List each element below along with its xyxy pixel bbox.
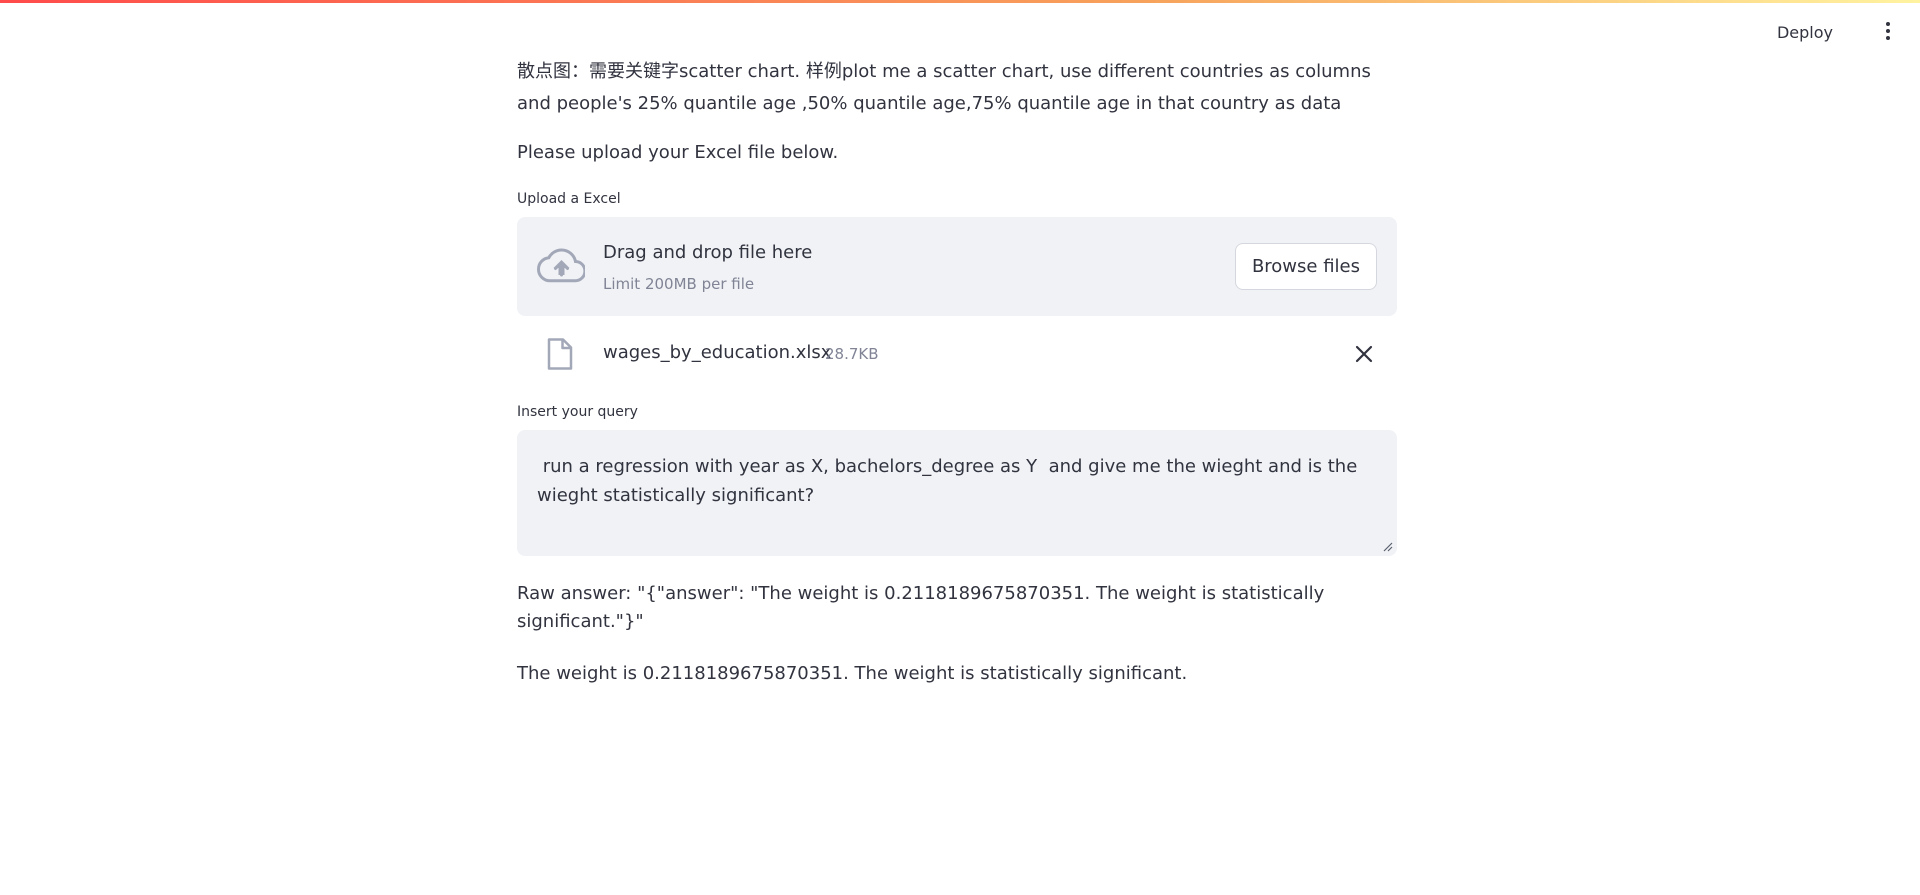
deploy-button[interactable]: Deploy xyxy=(1771,19,1839,46)
query-text: run a regression with year as X, bachelo… xyxy=(537,456,1364,506)
close-icon[interactable] xyxy=(1354,344,1374,364)
answer-text: The weight is 0.2118189675870351. The we… xyxy=(517,663,1188,684)
dropzone-title: Drag and drop file here xyxy=(603,242,813,263)
upload-instructions: Please upload your Excel file below. xyxy=(517,142,839,163)
query-label: Insert your query xyxy=(517,404,638,420)
uploader-label: Upload a Excel xyxy=(517,191,621,207)
raw-answer-text: Raw answer: "{"answer": "The weight is 0… xyxy=(517,583,1325,632)
main-content: 散点图：需要关键字scatter chart. 样例plot me a scat… xyxy=(517,56,1397,688)
uploaded-file-size: 28.7KB xyxy=(825,345,879,363)
browse-files-button[interactable]: Browse files xyxy=(1234,243,1377,290)
file-dropzone[interactable]: Drag and drop file here Limit 200MB per … xyxy=(517,217,1397,316)
intro-text: 散点图：需要关键字scatter chart. 样例plot me a scat… xyxy=(517,61,1371,114)
cloud-upload-icon xyxy=(537,248,585,283)
uploaded-file-name: wages_by_education.xlsx xyxy=(603,342,832,363)
query-textarea[interactable]: run a regression with year as X, bachelo… xyxy=(517,430,1397,556)
dropzone-limit: Limit 200MB per file xyxy=(603,275,755,293)
menu-dot xyxy=(1886,22,1890,26)
resize-handle-icon[interactable] xyxy=(1383,542,1393,552)
app-header: Deploy xyxy=(0,0,1920,60)
file-icon xyxy=(547,338,573,370)
kebab-menu-icon[interactable] xyxy=(1876,18,1900,44)
menu-dot xyxy=(1886,36,1890,40)
menu-dot xyxy=(1886,29,1890,33)
uploaded-file-row: wages_by_education.xlsx 28.7KB xyxy=(517,316,1397,392)
